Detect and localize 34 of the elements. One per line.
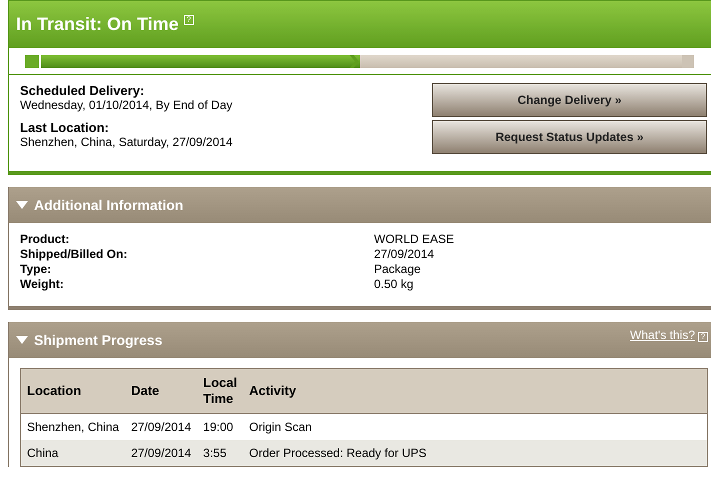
info-label: Type: bbox=[20, 262, 52, 276]
table-cell: 27/09/2014 bbox=[125, 440, 198, 466]
column-header: Activity bbox=[243, 368, 708, 414]
collapse-icon[interactable] bbox=[16, 200, 28, 210]
table-cell: Origin Scan bbox=[243, 414, 708, 440]
info-value: 27/09/2014 bbox=[374, 247, 436, 261]
table-cell: Shenzhen, China bbox=[20, 414, 126, 440]
collapse-icon[interactable] bbox=[16, 335, 28, 345]
field-value: Wednesday, 01/10/2014, By End of Day bbox=[20, 98, 233, 112]
column-header: Location bbox=[20, 368, 126, 414]
info-value: 0.50 kg bbox=[374, 277, 414, 291]
info-value: WORLD EASE bbox=[374, 232, 456, 246]
field-value: Shenzhen, China, Saturday, 27/09/2014 bbox=[20, 135, 233, 149]
info-label: Weight: bbox=[20, 277, 65, 291]
column-header: Local Time bbox=[197, 368, 244, 414]
action-button[interactable]: Change Delivery » bbox=[432, 83, 707, 117]
help-icon[interactable]: ? bbox=[184, 15, 194, 25]
table-cell: Order Processed: Ready for UPS bbox=[243, 440, 708, 466]
column-header: Date bbox=[125, 368, 198, 414]
table-cell: China bbox=[20, 440, 126, 466]
field-label: Last Location: bbox=[20, 120, 110, 135]
table-cell: 19:00 bbox=[197, 414, 244, 440]
whats-this-link[interactable]: What's this? bbox=[630, 328, 695, 342]
info-value: Package bbox=[374, 262, 422, 276]
table-cell: 3:55 bbox=[197, 440, 244, 466]
table-cell: 27/09/2014 bbox=[125, 414, 198, 440]
info-label: Shipped/Billed On: bbox=[20, 247, 128, 261]
section-title: Shipment Progress bbox=[34, 332, 162, 348]
field-label: Scheduled Delivery: bbox=[20, 83, 146, 98]
section-title: Additional Information bbox=[34, 197, 184, 213]
status-title: In Transit: On Time bbox=[16, 14, 179, 35]
info-label: Product: bbox=[20, 232, 70, 246]
action-button[interactable]: Request Status Updates » bbox=[432, 120, 707, 154]
help-icon[interactable]: ? bbox=[698, 332, 708, 342]
